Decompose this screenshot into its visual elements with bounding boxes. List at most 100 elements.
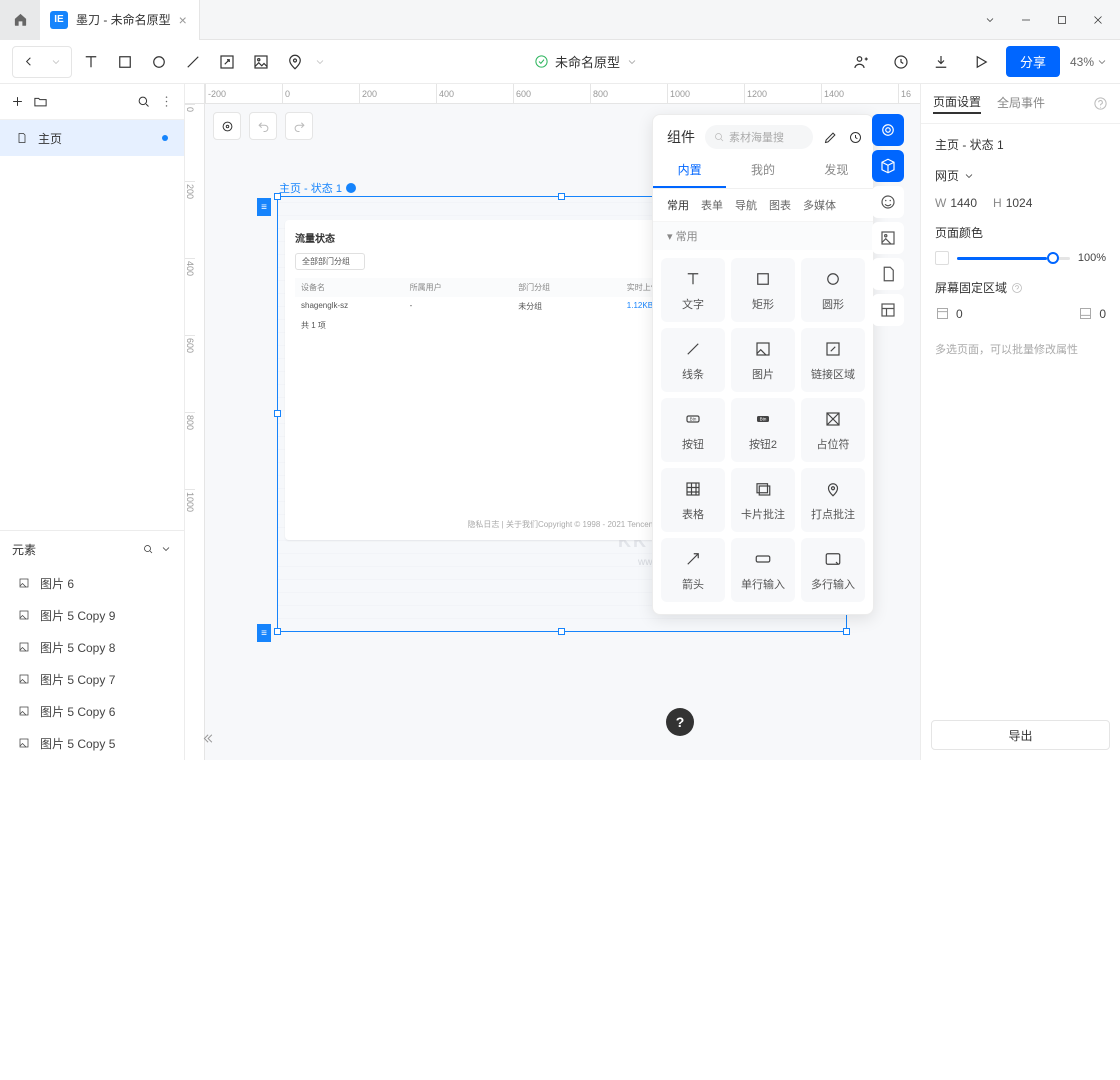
resize-handle[interactable] [558,628,565,635]
rect-tool[interactable] [110,47,140,77]
dock-emoji-icon[interactable] [872,186,904,218]
add-page-button[interactable] [10,94,25,109]
target-button[interactable] [213,112,241,140]
more-pages-button[interactable] [159,94,174,109]
search-elements-button[interactable] [142,543,154,555]
component-text[interactable]: 文字 [661,258,725,322]
user-share-icon[interactable] [846,47,876,77]
element-item[interactable]: 图片 5 Copy 6 [0,695,184,727]
page-item[interactable]: 主页 [0,120,184,156]
image-tool[interactable] [246,47,276,77]
pin-tool[interactable] [280,47,310,77]
cat-media[interactable]: 多媒体 [803,197,836,213]
download-icon[interactable] [926,47,956,77]
component-image[interactable]: 图片 [731,328,795,392]
export-button[interactable]: 导出 [931,720,1110,750]
dock-cube-icon[interactable] [872,150,904,182]
color-swatch[interactable] [935,251,949,265]
circle-tool[interactable] [144,47,174,77]
search-input[interactable]: 素材海量搜 [705,125,813,149]
nav-menu-button[interactable] [43,49,69,75]
home-button[interactable] [0,0,40,40]
component-circle[interactable]: 圆形 [801,258,865,322]
color-title: 页面颜色 [935,224,1106,241]
resize-handle[interactable] [274,410,281,417]
pages-header [0,84,184,120]
search-pages-button[interactable] [136,94,151,109]
component-button[interactable]: Btn按钮 [661,398,725,462]
resize-handle[interactable] [558,193,565,200]
maximize-button[interactable] [1056,14,1068,26]
cat-common[interactable]: 常用 [667,197,689,213]
component-line[interactable]: 线条 [661,328,725,392]
flow-marker[interactable]: ≡ [257,198,271,216]
artboard-label[interactable]: 主页 - 状态 1 [279,180,356,196]
tab-discover[interactable]: 发现 [800,153,873,188]
text-tool[interactable] [76,47,106,77]
history-icon[interactable] [886,47,916,77]
resize-handle[interactable] [274,628,281,635]
minimize-button[interactable] [1020,14,1032,26]
close-window-button[interactable] [1092,14,1104,26]
component-card-annot[interactable]: 卡片批注 [731,468,795,532]
element-item[interactable]: 图片 5 Copy 7 [0,663,184,695]
component-button2[interactable]: Btn按钮2 [731,398,795,462]
cat-chart[interactable]: 图表 [769,197,791,213]
fixed-top-field[interactable]: 0 [935,306,963,321]
main: 主页 元素 图片 6 图片 5 Copy 9 图片 5 Copy 8 图片 5 … [0,84,1120,760]
play-icon[interactable] [966,47,996,77]
pin-tool-chevron[interactable] [314,56,326,68]
fixed-bottom-field[interactable]: 0 [1078,306,1106,321]
tab-global-events[interactable]: 全局事件 [997,94,1045,113]
link-area-tool[interactable] [212,47,242,77]
tab-page-settings[interactable]: 页面设置 [933,93,981,114]
flow-marker[interactable]: ≡ [257,624,271,642]
collapse-elements-button[interactable] [160,543,172,555]
help-button[interactable]: ? [666,708,694,736]
element-item[interactable]: 图片 5 Copy 5 [0,727,184,759]
window-controls [984,14,1120,26]
resize-handle[interactable] [843,628,850,635]
dock-file-icon[interactable] [872,258,904,290]
cat-nav[interactable]: 导航 [735,197,757,213]
opacity-slider[interactable] [957,257,1070,260]
line-tool[interactable] [178,47,208,77]
undo-button[interactable] [249,112,277,140]
document-tab[interactable]: IE 墨刀 - 未命名原型 × [40,0,200,40]
component-placeholder[interactable]: 占位符 [801,398,865,462]
height-field[interactable]: H1024 [993,196,1032,210]
component-pin-annot[interactable]: 打点批注 [801,468,865,532]
help-icon[interactable] [1093,96,1108,111]
tab-builtin[interactable]: 内置 [653,153,726,188]
toolbar: 未命名原型 分享 43% [0,40,1120,84]
share-button[interactable]: 分享 [1006,46,1060,77]
component-arrow[interactable]: 箭头 [661,538,725,602]
page-type-select[interactable]: 网页 [935,167,975,184]
dock-components-icon[interactable] [872,114,904,146]
close-icon[interactable]: × [179,12,187,28]
dock-layout-icon[interactable] [872,294,904,326]
redo-button[interactable] [285,112,313,140]
ruler-origin[interactable] [185,84,205,104]
doc-title[interactable]: 未命名原型 [555,52,620,71]
component-input-single[interactable]: 单行输入 [731,538,795,602]
edit-icon[interactable] [823,130,838,145]
width-field[interactable]: W1440 [935,196,977,210]
component-link-area[interactable]: 链接区域 [801,328,865,392]
dock-image-icon[interactable] [872,222,904,254]
cat-form[interactable]: 表单 [701,197,723,213]
back-button[interactable] [15,49,41,75]
element-item[interactable]: 图片 6 [0,567,184,599]
chevron-down-icon[interactable] [984,14,996,26]
component-table[interactable]: 表格 [661,468,725,532]
collapse-left-button[interactable] [197,728,217,748]
resize-handle[interactable] [274,193,281,200]
element-item[interactable]: 图片 5 Copy 9 [0,599,184,631]
folder-button[interactable] [33,94,48,109]
history-icon[interactable] [848,130,863,145]
component-rect[interactable]: 矩形 [731,258,795,322]
tab-mine[interactable]: 我的 [726,153,799,188]
zoom-level[interactable]: 43% [1070,55,1108,69]
element-item[interactable]: 图片 5 Copy 8 [0,631,184,663]
component-input-multi[interactable]: 多行输入 [801,538,865,602]
